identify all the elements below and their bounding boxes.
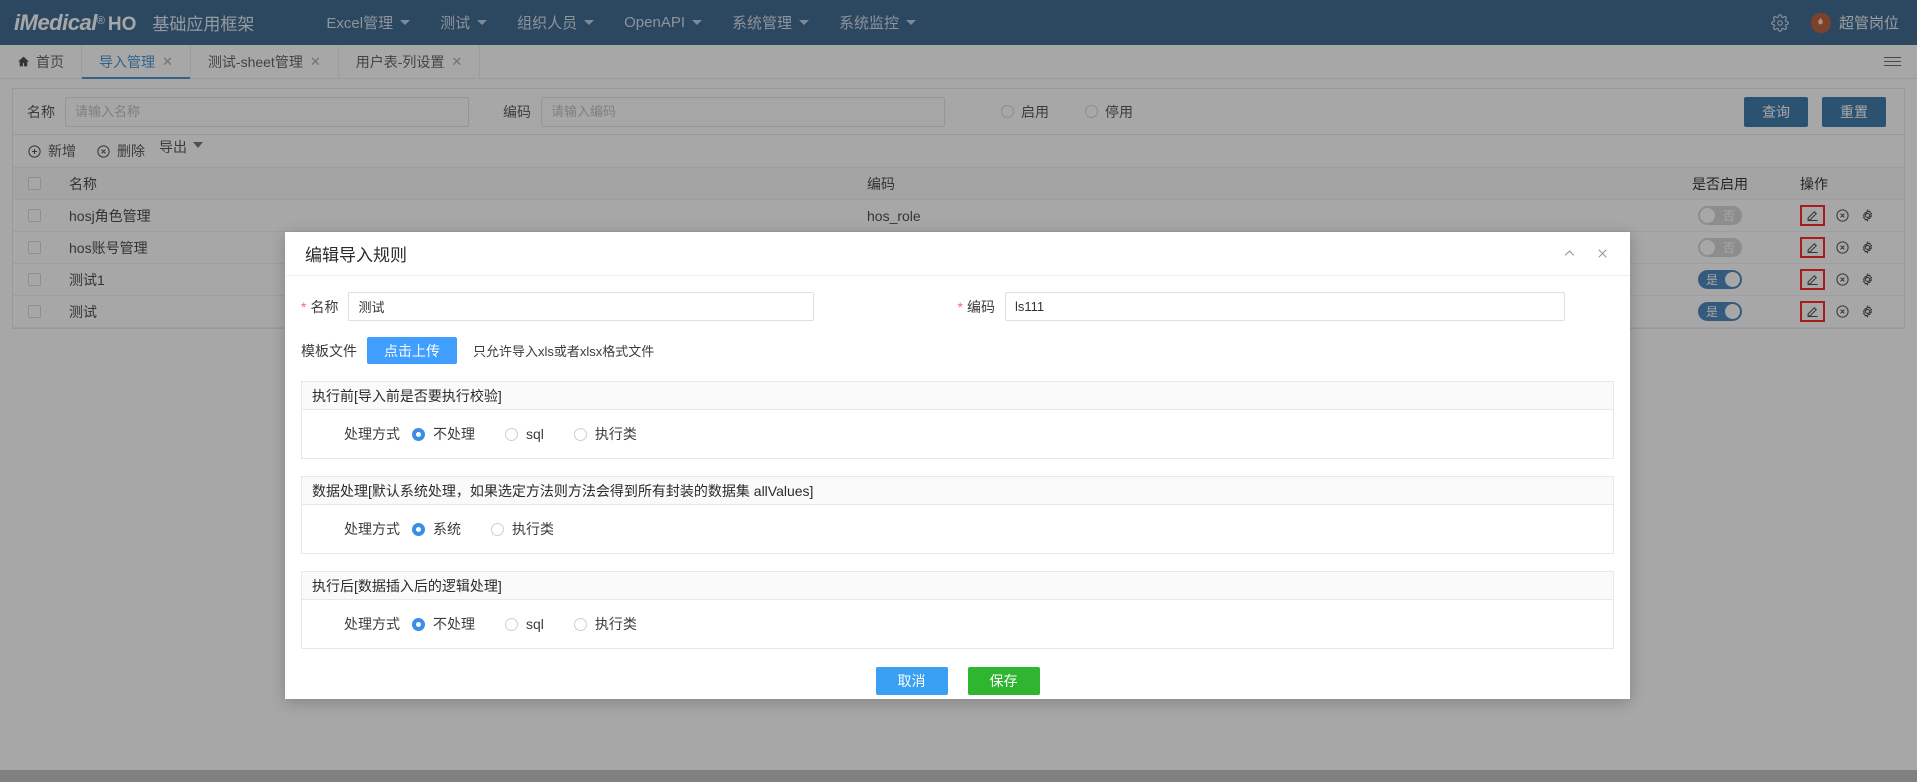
edit-import-rule-dialog: 编辑导入规则 * 名称 * 编码 模板文件 xyxy=(285,232,1630,699)
field-code: * 编码 xyxy=(958,292,1615,321)
bottom-status-bar xyxy=(0,770,1917,782)
radio-circle-icon xyxy=(505,617,518,631)
dialog-header: 编辑导入规则 xyxy=(285,232,1630,276)
chevron-up-icon[interactable] xyxy=(1562,246,1577,261)
required-asterisk: * xyxy=(957,298,963,315)
radio-circle-icon xyxy=(412,617,425,631)
dialog-title: 编辑导入规则 xyxy=(305,246,407,265)
process-mode-label: 处理方式 xyxy=(344,426,400,442)
process-mode-radio-group: 系统 执行类 xyxy=(412,519,554,539)
radio-option-exec-class[interactable]: 执行类 xyxy=(491,519,554,539)
process-mode-radio-group: 不处理 sql 执行类 xyxy=(412,424,637,444)
radio-circle-icon xyxy=(491,522,504,536)
section-after-execute: 执行后[数据插入后的逻辑处理] 处理方式 不处理 sql 执行类 xyxy=(301,571,1614,649)
process-mode-label: 处理方式 xyxy=(344,616,400,632)
dialog-name-input[interactable] xyxy=(348,292,815,321)
radio-circle-icon xyxy=(573,617,587,631)
radio-option-no-process[interactable]: 不处理 xyxy=(412,614,475,634)
section-data-processing: 数据处理[默认系统处理，如果选定方法则方法会得到所有封装的数据集 allValu… xyxy=(301,476,1614,554)
radio-option-sql[interactable]: sql xyxy=(505,426,544,442)
process-mode-label: 处理方式 xyxy=(344,521,400,537)
field-code-label: 编码 xyxy=(966,298,995,315)
required-asterisk: * xyxy=(301,298,307,315)
section-body: 处理方式 不处理 sql 执行类 xyxy=(302,600,1613,648)
close-icon[interactable] xyxy=(1595,246,1610,261)
section-body: 处理方式 不处理 sql 执行类 xyxy=(302,410,1613,458)
dialog-code-input[interactable] xyxy=(1004,292,1565,321)
dialog-footer: 取消 保存 xyxy=(301,667,1614,695)
template-file-label: 模板文件 xyxy=(301,342,357,359)
cancel-button[interactable]: 取消 xyxy=(875,667,948,695)
radio-option-sql[interactable]: sql xyxy=(505,616,544,632)
field-name-label: 名称 xyxy=(310,298,339,315)
radio-label: 系统 xyxy=(433,521,461,537)
radio-circle-icon xyxy=(412,427,425,441)
radio-circle-icon xyxy=(412,522,425,536)
radio-circle-icon xyxy=(505,427,518,441)
field-name: * 名称 xyxy=(301,292,958,321)
radio-option-no-process[interactable]: 不处理 xyxy=(412,424,475,444)
radio-label: 执行类 xyxy=(594,616,637,632)
radio-circle-icon xyxy=(573,427,587,441)
upload-button[interactable]: 点击上传 xyxy=(367,337,457,364)
section-title: 执行后[数据插入后的逻辑处理] xyxy=(302,572,1613,600)
process-mode-radio-group: 不处理 sql 执行类 xyxy=(412,614,637,634)
dialog-header-controls xyxy=(1562,246,1610,261)
template-file-row: 模板文件 点击上传 只允许导入xls或者xlsx格式文件 xyxy=(301,337,1614,364)
radio-option-exec-class[interactable]: 执行类 xyxy=(573,424,637,444)
radio-label: 执行类 xyxy=(512,521,554,537)
radio-option-exec-class[interactable]: 执行类 xyxy=(573,614,637,634)
radio-label: 不处理 xyxy=(433,616,475,632)
radio-label: sql xyxy=(526,426,544,442)
radio-label: 不处理 xyxy=(433,426,475,442)
section-title: 执行前[导入前是否要执行校验] xyxy=(302,382,1613,410)
section-before-execute: 执行前[导入前是否要执行校验] 处理方式 不处理 sql 执行类 xyxy=(301,381,1614,459)
radio-label: 执行类 xyxy=(594,426,637,442)
section-body: 处理方式 系统 执行类 xyxy=(302,505,1613,553)
radio-option-system[interactable]: 系统 xyxy=(412,519,461,539)
dialog-name-code-row: * 名称 * 编码 xyxy=(301,292,1614,321)
upload-hint-text: 只允许导入xls或者xlsx格式文件 xyxy=(473,344,655,359)
dialog-body: * 名称 * 编码 模板文件 点击上传 只允许导入xls或者xlsx格式文件 执… xyxy=(285,276,1630,695)
app-root: iMedical ® HO 基础应用框架 Excel管理 测试 组织人员 Ope… xyxy=(0,0,1917,782)
save-button[interactable]: 保存 xyxy=(967,667,1040,695)
section-title: 数据处理[默认系统处理，如果选定方法则方法会得到所有封装的数据集 allValu… xyxy=(302,477,1613,505)
radio-label: sql xyxy=(526,616,544,632)
